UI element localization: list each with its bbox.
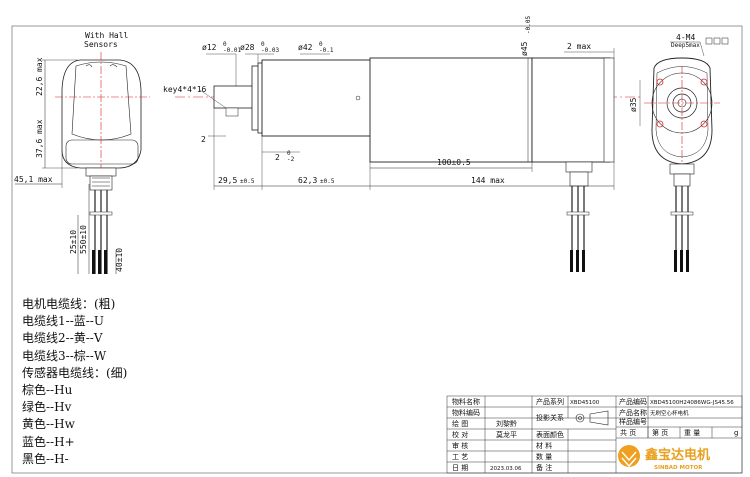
svg-text:产品名称: 产品名称 <box>619 408 647 417</box>
dim-2: 2 <box>201 135 206 144</box>
svg-text:物料编码: 物料编码 <box>452 408 480 417</box>
note-line: 黄色--Hw <box>22 417 75 432</box>
key-label: key4*4*16 <box>163 85 207 94</box>
svg-text:XBD45100: XBD45100 <box>570 400 600 406</box>
svg-text:备 注: 备 注 <box>536 463 552 472</box>
dim-45-1: 45,1 max <box>14 175 53 184</box>
svg-text:数 量: 数 量 <box>536 452 552 461</box>
dim-35: ø35 <box>629 97 638 112</box>
dim-22-6: 22,6 max <box>35 57 44 96</box>
svg-text:-2: -2 <box>287 156 295 163</box>
svg-text:产品系列: 产品系列 <box>536 397 564 406</box>
right-end-view: 4-M4 Deep5max ø35 <box>629 33 729 272</box>
svg-text:±0.5: ±0.5 <box>320 178 335 185</box>
note-line: 电缆线3--棕--W <box>22 348 107 363</box>
svg-text:无刷空心杯电机: 无刷空心杯电机 <box>650 409 689 417</box>
note-line: 电机电缆线：(粗) <box>22 297 116 311</box>
svg-text:绘 图: 绘 图 <box>452 419 468 428</box>
cap-dia: ø45 <box>520 41 529 56</box>
svg-text:产品编码: 产品编码 <box>619 397 647 406</box>
svg-text:-0.01: -0.01 <box>223 47 241 54</box>
svg-text:表面颜色: 表面颜色 <box>536 430 564 439</box>
svg-text:XBD45100H24086WG-JS45.56: XBD45100H24086WG-JS45.56 <box>650 400 734 406</box>
company-logo: 鑫宝达电机 SINBAD MOTOR <box>618 445 710 471</box>
pilot-dia: ø28 <box>240 43 255 52</box>
dim-29-5: 29,5 <box>218 176 237 185</box>
svg-text:g: g <box>734 429 738 437</box>
dim-25: 25±10 <box>69 230 78 254</box>
svg-text:-0.05: -0.05 <box>525 16 532 34</box>
dim-144: 144 max <box>471 176 505 185</box>
hole-depth: Deep5max <box>671 42 700 49</box>
dim-2max: 2 max <box>567 42 591 51</box>
dim-62-3: 62,3 <box>298 176 317 185</box>
svg-text:工 艺: 工 艺 <box>452 453 468 461</box>
side-view: ø12 0 -0.01 ø28 0 -0.03 ø42 0 -0.1 ø45 -… <box>163 16 640 272</box>
svg-text:-0.03: -0.03 <box>261 47 279 54</box>
svg-text:物料名称: 物料名称 <box>452 397 480 406</box>
svg-text:±0.5: ±0.5 <box>240 178 255 185</box>
note-line: 黑色--H- <box>22 451 69 466</box>
drawing-sheet: With Hall Sensors 22,6 max 37,6 max 45,1… <box>0 0 750 477</box>
svg-text:重 量: 重 量 <box>684 429 700 437</box>
shaft-dia: ø12 <box>202 43 217 52</box>
dim-100: 100±0.5 <box>437 158 471 167</box>
hall-label-1: With Hall <box>85 31 129 40</box>
logo-name-cn: 鑫宝达电机 <box>644 447 710 463</box>
note-line: 棕色--Hu <box>22 383 73 398</box>
note-line: 传感器电缆线：(细) <box>22 365 128 380</box>
note-line: 电缆线2--黄--V <box>22 331 103 346</box>
svg-text:第 页: 第 页 <box>652 428 668 437</box>
logo-name-en: SINBAD MOTOR <box>654 465 703 471</box>
svg-text:样品编号: 样品编号 <box>619 417 647 426</box>
dim-37-6: 37,6 max <box>35 119 44 158</box>
logo-icon <box>618 445 640 467</box>
dim-2-step: 2 <box>275 153 280 162</box>
end-cap-outline <box>61 59 142 169</box>
svg-text:共 页: 共 页 <box>620 428 636 437</box>
svg-text:莫龙平: 莫龙平 <box>496 430 517 439</box>
svg-text:校 对: 校 对 <box>452 430 468 439</box>
svg-text:-0.1: -0.1 <box>319 47 334 54</box>
note-line: 电缆线1--蓝--U <box>22 314 104 329</box>
note-line: 绿色--Hv <box>22 400 72 415</box>
dim-550: 550±10 <box>79 225 88 254</box>
svg-text:审 核: 审 核 <box>452 441 468 450</box>
svg-text:2023.03.06: 2023.03.06 <box>490 466 522 472</box>
hall-label-2: Sensors <box>84 40 118 49</box>
svg-text:日 期: 日 期 <box>452 464 468 472</box>
left-end-view: With Hall Sensors 22,6 max 37,6 max 45,1… <box>14 31 150 274</box>
svg-text:投影关系: 投影关系 <box>536 413 564 422</box>
svg-text:刘黎黔: 刘黎黔 <box>496 419 517 428</box>
body-dia: ø42 <box>298 43 313 52</box>
dim-40: 40±10 <box>115 248 124 272</box>
note-line: 蓝色--H+ <box>22 434 75 449</box>
svg-text:材 料: 材 料 <box>536 441 552 450</box>
hole-label: 4-M4 <box>676 33 695 42</box>
cable-notes: 电机电缆线：(粗) 电缆线1--蓝--U 电缆线2--黄--V 电缆线3--棕-… <box>22 296 127 468</box>
